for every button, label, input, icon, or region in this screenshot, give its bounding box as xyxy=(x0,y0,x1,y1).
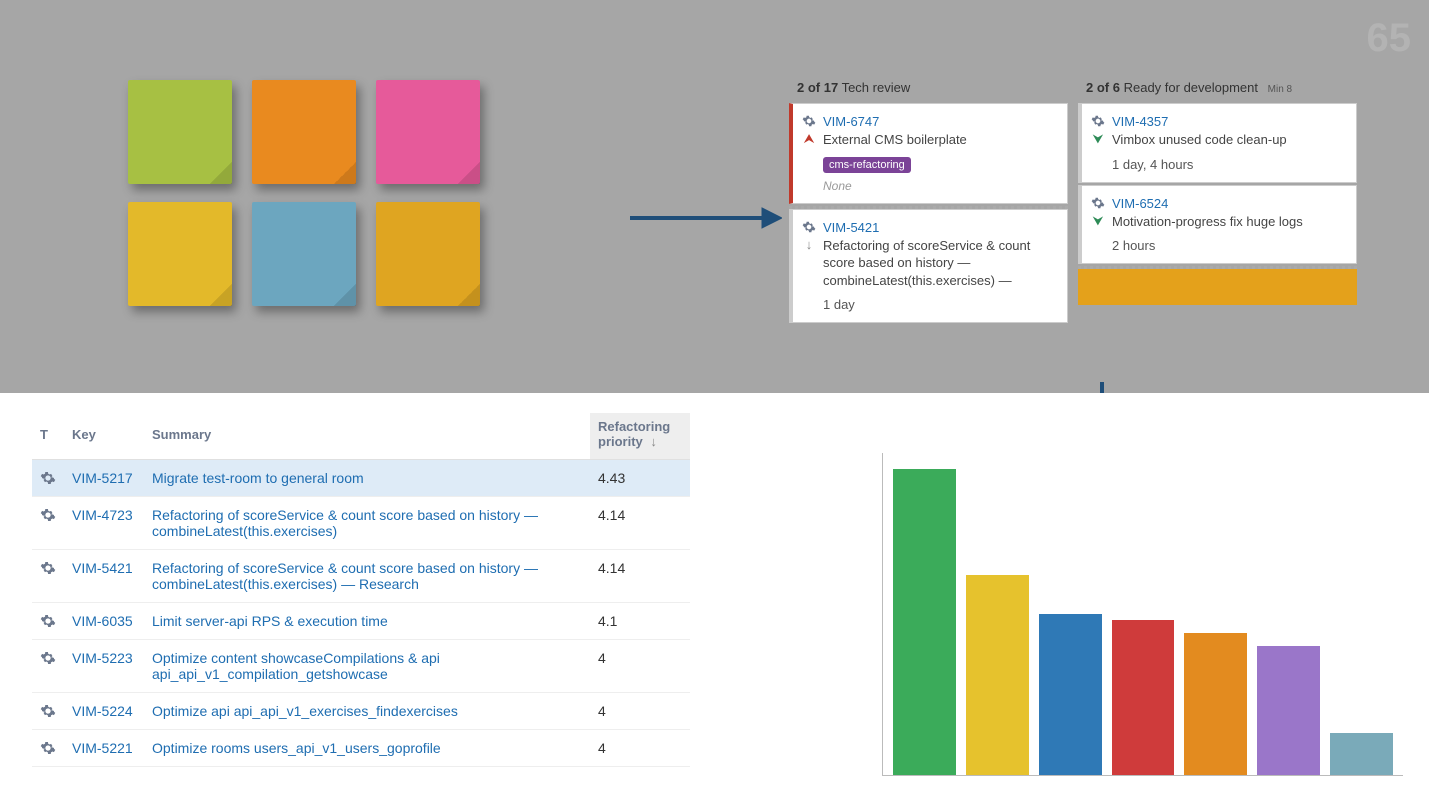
sticky-note xyxy=(252,80,356,184)
issue-key-link[interactable]: VIM-5224 xyxy=(72,703,133,719)
col-header-type[interactable]: T xyxy=(32,413,64,460)
issue-table: T Key Summary Refactoring priority ↓ VIM… xyxy=(32,413,690,767)
issue-summary-link[interactable]: Migrate test-room to general room xyxy=(152,470,364,486)
kanban-column-tech-review: 2 of 17 Tech review ⮝ VIM-6747 External … xyxy=(789,76,1068,325)
issue-summary-link[interactable]: Optimize rooms users_api_v1_users_goprof… xyxy=(152,740,441,756)
kanban-card[interactable]: ⮝ VIM-6747 External CMS boilerplate cms-… xyxy=(789,103,1068,204)
gear-icon xyxy=(40,613,56,629)
issue-estimate: 1 day, 4 hours xyxy=(1112,157,1346,172)
column-count: 2 of 6 xyxy=(1086,80,1120,95)
column-min: Min 8 xyxy=(1268,84,1292,95)
issue-estimate: 2 hours xyxy=(1112,238,1346,253)
sticky-notes-grid xyxy=(128,80,480,306)
issue-priority-value: 4.14 xyxy=(590,497,690,550)
issue-title: Vimbox unused code clean-up xyxy=(1112,131,1346,149)
issue-key[interactable]: VIM-6524 xyxy=(1112,196,1346,211)
issue-summary-link[interactable]: Optimize content showcaseCompilations & … xyxy=(152,650,440,682)
gear-icon xyxy=(40,560,56,576)
col-header-priority[interactable]: Refactoring priority ↓ xyxy=(590,413,690,460)
chart-bar xyxy=(1039,614,1102,775)
kanban-card[interactable]: ⮟ VIM-6524 Motivation-progress fix huge … xyxy=(1078,185,1357,265)
chart-bar xyxy=(893,469,956,775)
issue-epic-none: None xyxy=(823,179,1057,193)
table-row[interactable]: VIM-5223 Optimize content showcaseCompila… xyxy=(32,640,690,693)
gear-icon xyxy=(40,650,56,666)
issue-summary-link[interactable]: Refactoring of scoreService & count scor… xyxy=(152,560,538,592)
gear-icon xyxy=(40,740,56,756)
issue-key-link[interactable]: VIM-5221 xyxy=(72,740,133,756)
sticky-note xyxy=(128,80,232,184)
priority-lowest-icon: ⮟ xyxy=(1092,214,1103,227)
sticky-note xyxy=(128,202,232,306)
chart-bar xyxy=(1112,620,1175,775)
priority-low-icon: ↓ xyxy=(806,238,813,251)
kanban-card[interactable]: ↓ VIM-5421 Refactoring of scoreService &… xyxy=(789,209,1068,324)
bar-chart xyxy=(882,453,1403,776)
issue-priority-value: 4.43 xyxy=(590,460,690,497)
sticky-note xyxy=(376,80,480,184)
column-header: 2 of 6 Ready for development Min 8 xyxy=(1078,76,1357,103)
gear-icon xyxy=(40,703,56,719)
table-row[interactable]: VIM-5224 Optimize api api_api_v1_exercise… xyxy=(32,693,690,730)
table-row[interactable]: VIM-5217 Migrate test-room to general roo… xyxy=(32,460,690,497)
col-header-key[interactable]: Key xyxy=(64,413,144,460)
gear-icon xyxy=(802,114,816,128)
gear-icon xyxy=(802,220,816,234)
issue-key-link[interactable]: VIM-6035 xyxy=(72,613,133,629)
issue-summary-link[interactable]: Refactoring of scoreService & count scor… xyxy=(152,507,538,539)
issue-priority-value: 4.14 xyxy=(590,550,690,603)
issue-priority-value: 4.1 xyxy=(590,603,690,640)
arrow-right-icon xyxy=(628,204,782,232)
gear-icon xyxy=(1091,196,1105,210)
kanban-card[interactable]: ⮟ VIM-4357 Vimbox unused code clean-up 1… xyxy=(1078,103,1357,183)
sort-desc-icon: ↓ xyxy=(650,434,657,449)
chart-bar xyxy=(1257,646,1320,775)
issue-list-panel: T Key Summary Refactoring priority ↓ VIM… xyxy=(0,393,858,804)
sticky-note xyxy=(252,202,356,306)
table-row[interactable]: VIM-6035 Limit server-api RPS & execution… xyxy=(32,603,690,640)
issue-priority-value: 4 xyxy=(590,730,690,767)
issue-title: External CMS boilerplate xyxy=(823,131,1057,149)
issue-tag[interactable]: cms-refactoring xyxy=(823,157,911,173)
issue-priority-value: 4 xyxy=(590,640,690,693)
kanban-board: 2 of 17 Tech review ⮝ VIM-6747 External … xyxy=(789,76,1357,325)
issue-title: Refactoring of scoreService & count scor… xyxy=(823,237,1057,290)
column-title: Ready for development xyxy=(1124,80,1258,95)
chart-bar xyxy=(1330,733,1393,775)
issue-key-link[interactable]: VIM-4723 xyxy=(72,507,133,523)
chart-panel xyxy=(858,393,1429,804)
gear-icon xyxy=(40,507,56,523)
kanban-column-ready-dev: 2 of 6 Ready for development Min 8 ⮟ VIM… xyxy=(1078,76,1357,325)
col-header-priority-label: Refactoring priority xyxy=(598,419,670,449)
priority-lowest-icon: ⮟ xyxy=(1092,132,1103,145)
gear-icon xyxy=(40,470,56,486)
issue-summary-link[interactable]: Limit server-api RPS & execution time xyxy=(152,613,388,629)
col-header-summary[interactable]: Summary xyxy=(144,413,590,460)
issue-estimate: 1 day xyxy=(823,297,1057,312)
chart-bar xyxy=(966,575,1029,775)
column-title: Tech review xyxy=(842,80,911,95)
column-count: 2 of 17 xyxy=(797,80,838,95)
issue-key[interactable]: VIM-4357 xyxy=(1112,114,1346,129)
issue-key-link[interactable]: VIM-5217 xyxy=(72,470,133,486)
issue-key-link[interactable]: VIM-5223 xyxy=(72,650,133,666)
table-row[interactable]: VIM-4723 Refactoring of scoreService & co… xyxy=(32,497,690,550)
sticky-note xyxy=(376,202,480,306)
chart-bar xyxy=(1184,633,1247,775)
column-header: 2 of 17 Tech review xyxy=(789,76,1068,103)
column-capacity-bar xyxy=(1078,269,1357,305)
gear-icon xyxy=(1091,114,1105,128)
issue-key[interactable]: VIM-6747 xyxy=(823,114,1057,129)
table-row[interactable]: VIM-5421 Refactoring of scoreService & co… xyxy=(32,550,690,603)
issue-key-link[interactable]: VIM-5421 xyxy=(72,560,133,576)
page-number: 65 xyxy=(1367,16,1412,61)
issue-title: Motivation-progress fix huge logs xyxy=(1112,213,1346,231)
table-row[interactable]: VIM-5221 Optimize rooms users_api_v1_user… xyxy=(32,730,690,767)
issue-priority-value: 4 xyxy=(590,693,690,730)
issue-summary-link[interactable]: Optimize api api_api_v1_exercises_findex… xyxy=(152,703,458,719)
issue-key[interactable]: VIM-5421 xyxy=(823,220,1057,235)
priority-highest-icon: ⮝ xyxy=(803,132,814,145)
